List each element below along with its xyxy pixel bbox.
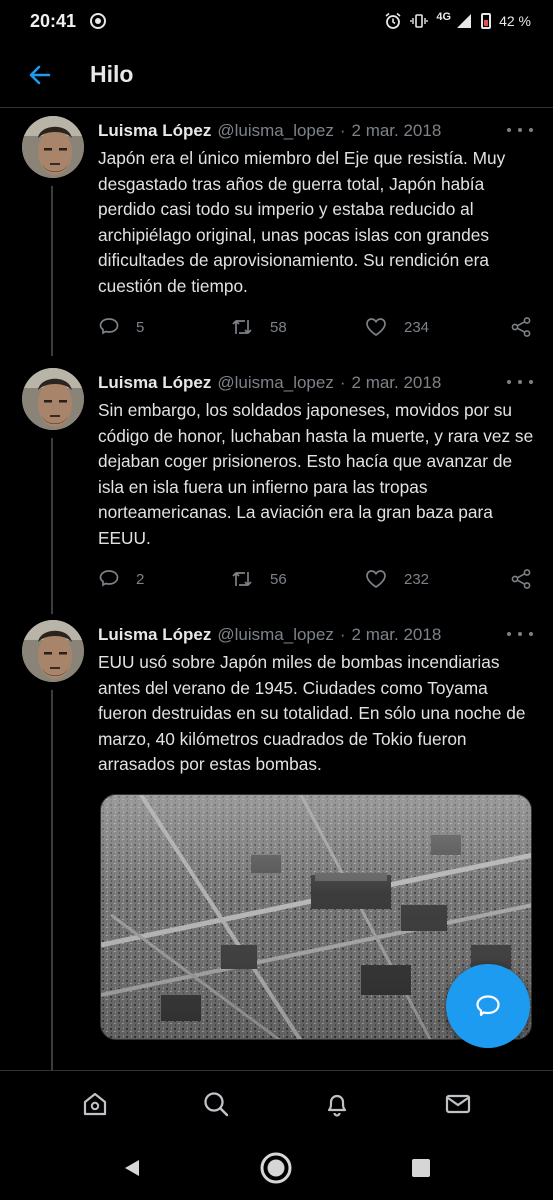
author-name[interactable]: Luisma López	[98, 373, 211, 393]
status-bar: 20:41 4G 42 %	[0, 0, 553, 42]
tweet-date[interactable]: 2 mar. 2018	[352, 121, 442, 141]
tweet-text: Japón era el único miembro del Eje que r…	[98, 148, 506, 296]
arrow-left-icon	[29, 65, 51, 84]
nav-home[interactable]	[75, 1084, 115, 1124]
network-type: 4G	[436, 11, 452, 23]
retweet-button[interactable]: 56	[230, 566, 287, 592]
author-handle[interactable]: @luisma_lopez	[217, 373, 333, 393]
tweet-date[interactable]: 2 mar. 2018	[352, 625, 442, 645]
bottom-navigation	[0, 1070, 553, 1136]
separator-dot: ·	[339, 373, 346, 392]
like-count: 234	[404, 318, 430, 336]
tweet-text: Sin embargo, los soldados japoneses, mov…	[98, 400, 534, 548]
retweet-button[interactable]: 58	[230, 314, 287, 340]
tweet-date[interactable]: 2 mar. 2018	[352, 373, 442, 393]
tweet-actions: 2 56 232	[98, 566, 538, 592]
author-name[interactable]: Luisma López	[98, 121, 211, 141]
reply-count: 5	[136, 318, 145, 336]
status-icons: 4G 42 %	[384, 11, 531, 30]
reply-count: 2	[136, 570, 145, 588]
retweet-icon	[232, 320, 252, 334]
home-icon	[83, 1092, 106, 1115]
battery-level: 42 %	[499, 13, 531, 29]
alarm-icon	[384, 12, 402, 30]
reply-icon	[99, 570, 119, 587]
more-options-icon[interactable]	[507, 372, 533, 392]
nav-messages[interactable]	[438, 1084, 478, 1124]
retweet-icon	[232, 572, 252, 586]
retweet-count: 58	[270, 318, 287, 336]
tweet-text: EUU usó sobre Japón miles de bombas ince…	[98, 652, 526, 775]
like-count: 232	[404, 570, 430, 588]
thread-timeline[interactable]: Luisma López @luisma_lopez · 2 mar. 2018…	[0, 108, 553, 1070]
battery-icon	[481, 13, 492, 29]
author-handle[interactable]: @luisma_lopez	[217, 121, 333, 141]
page-title: Hilo	[90, 61, 134, 87]
reply-button[interactable]: 2	[98, 566, 144, 592]
home-circle-icon	[260, 1152, 292, 1184]
more-options-icon[interactable]	[507, 624, 533, 644]
thread-header: Hilo	[0, 42, 553, 108]
share-button[interactable]	[510, 314, 532, 340]
share-button[interactable]	[510, 566, 532, 592]
bell-icon	[328, 1094, 347, 1117]
tweet-header: Luisma López @luisma_lopez · 2 mar. 2018	[98, 372, 533, 394]
system-home-button[interactable]	[256, 1148, 296, 1188]
search-icon	[204, 1091, 229, 1116]
compose-reply-button[interactable]	[446, 964, 530, 1048]
retweet-count: 56	[270, 570, 287, 588]
tweet-actions: 5 58 234	[98, 314, 538, 340]
reply-compose-icon	[476, 995, 500, 1017]
like-button[interactable]: 232	[364, 566, 429, 592]
tweet[interactable]: Luisma López @luisma_lopez · 2 mar. 2018…	[0, 108, 553, 360]
avatar[interactable]	[22, 116, 84, 178]
share-icon	[511, 317, 531, 337]
chrome-notification-icon	[90, 13, 107, 29]
heart-icon	[366, 318, 386, 336]
tweet-header: Luisma López @luisma_lopez · 2 mar. 2018	[98, 120, 533, 142]
nav-notifications[interactable]	[317, 1084, 357, 1124]
system-navigation-bar	[0, 1136, 553, 1200]
separator-dot: ·	[339, 121, 346, 140]
back-triangle-icon	[125, 1160, 140, 1176]
avatar[interactable]	[22, 368, 84, 430]
more-options-icon[interactable]	[507, 120, 533, 140]
share-icon	[511, 569, 531, 589]
system-back-button[interactable]	[112, 1148, 152, 1188]
nav-search[interactable]	[196, 1084, 236, 1124]
avatar[interactable]	[22, 620, 84, 682]
like-button[interactable]: 234	[364, 314, 429, 340]
author-handle[interactable]: @luisma_lopez	[217, 625, 333, 645]
reply-icon	[99, 318, 119, 335]
tweet-header: Luisma López @luisma_lopez · 2 mar. 2018	[98, 624, 533, 646]
reply-button[interactable]: 5	[98, 314, 144, 340]
heart-icon	[366, 570, 386, 588]
author-name[interactable]: Luisma López	[98, 625, 211, 645]
tweet[interactable]: Luisma López @luisma_lopez · 2 mar. 2018…	[0, 360, 553, 612]
recents-square-icon	[411, 1159, 430, 1177]
signal-icon	[455, 12, 473, 30]
system-recents-button[interactable]	[401, 1148, 441, 1188]
back-button[interactable]	[0, 42, 80, 108]
status-time: 20:41	[30, 10, 77, 31]
mail-icon	[446, 1094, 471, 1113]
separator-dot: ·	[339, 625, 346, 644]
vibrate-icon	[410, 12, 429, 30]
